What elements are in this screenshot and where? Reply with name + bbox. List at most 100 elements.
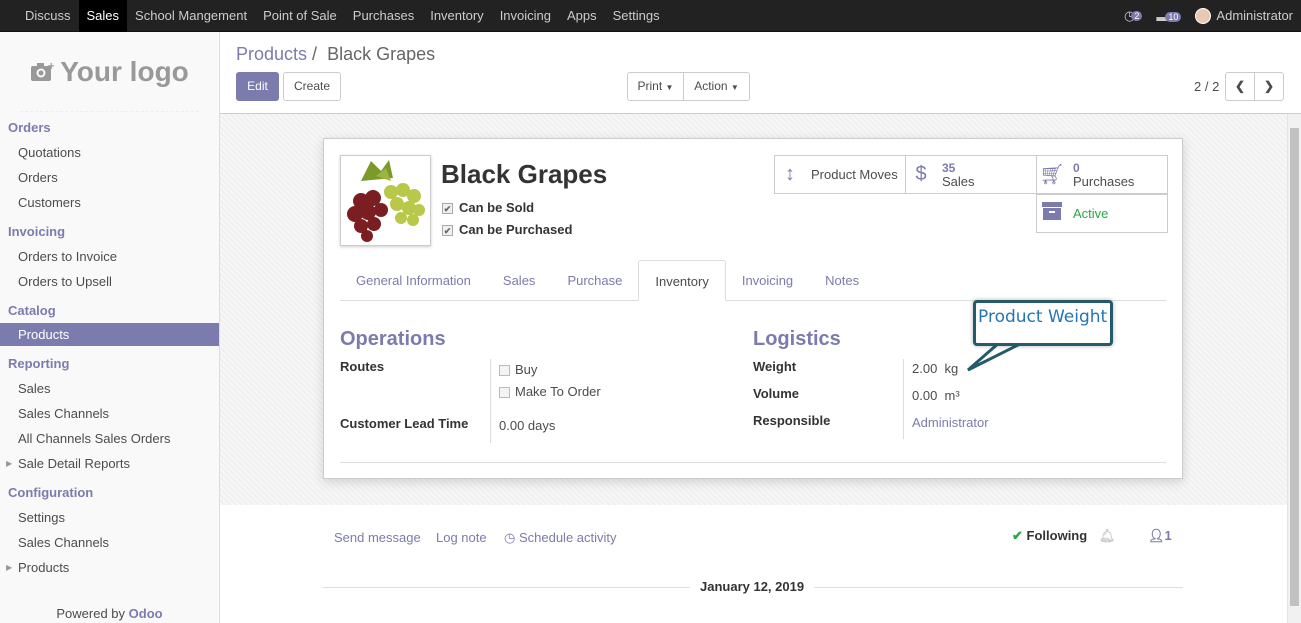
action-dropdown[interactable]: Action ▼	[683, 72, 750, 101]
followers-count: 1	[1164, 528, 1172, 543]
tab-inventory[interactable]: Inventory	[638, 260, 726, 301]
customer-lead-time-label: Customer Lead Time	[340, 416, 469, 431]
menu-apps[interactable]: Apps	[559, 0, 605, 32]
powered-by-prefix: Powered by	[56, 606, 129, 621]
volume-value: 0.00 m³	[912, 388, 960, 403]
caret-down-icon: ▼	[665, 83, 674, 92]
sidebar-item-sales-channels[interactable]: Sales Channels	[0, 401, 219, 426]
following-label: Following	[1026, 528, 1088, 543]
sidebar-item-sales[interactable]: Sales	[0, 376, 219, 401]
tab-purchase[interactable]: Purchase	[551, 260, 638, 301]
sidebar-item-settings[interactable]: Settings	[0, 505, 219, 530]
breadcrumb-separator: /	[307, 44, 323, 64]
product-moves-label: Product Moves	[811, 167, 898, 182]
checkmark-icon: ✔	[442, 203, 453, 215]
volume-label: Volume	[753, 386, 799, 401]
active-label: Active	[1073, 206, 1109, 221]
sidebar-item-config-sales-channels[interactable]: Sales Channels	[0, 530, 219, 555]
customer-lead-time-value: 0.00 days	[499, 418, 556, 433]
pager-previous-button[interactable]: ❮	[1225, 72, 1255, 101]
odoo-link[interactable]: Odoo	[129, 606, 163, 621]
activity-button[interactable]: ◷2	[1124, 8, 1143, 24]
menu-sales[interactable]: Sales	[78, 0, 128, 32]
clock-icon: ◷	[504, 530, 516, 545]
messaging-button[interactable]: ▬10	[1156, 9, 1182, 24]
archive-icon	[1037, 201, 1067, 227]
print-dropdown[interactable]: Print ▼	[627, 72, 684, 101]
menu-inventory[interactable]: Inventory	[422, 0, 491, 32]
sidebar-item-orders[interactable]: Orders	[0, 165, 219, 190]
followers-button[interactable]: 👤︎1	[1148, 528, 1172, 544]
sheet-divider	[340, 462, 1166, 463]
product-image[interactable]	[340, 155, 431, 246]
route-mto-checkbox[interactable]: Make To Order	[499, 384, 601, 399]
powered-by: Powered by Odoo	[0, 606, 219, 621]
menu-settings[interactable]: Settings	[605, 0, 668, 32]
company-logo[interactable]: + Your logo	[20, 32, 199, 112]
field-divider	[903, 359, 904, 439]
sidebar-item-products[interactable]: Products	[0, 323, 219, 346]
purchases-stat-button[interactable]: 🛒︎ 0 Purchases	[1036, 155, 1168, 194]
sidebar-item-label: Sale Detail Reports	[18, 456, 130, 471]
sidebar-item-orders-to-invoice[interactable]: Orders to Invoice	[0, 244, 219, 269]
scrollbar-thumb[interactable]	[1290, 128, 1299, 606]
user-menu[interactable]: Administrator	[1195, 8, 1293, 25]
shopping-cart-icon: 🛒︎	[1039, 164, 1065, 186]
can-be-purchased-label: Can be Purchased	[459, 222, 573, 237]
checkmark-icon: ✔	[442, 225, 453, 237]
responsible-label: Responsible	[753, 413, 831, 428]
edit-button[interactable]: Edit	[236, 72, 279, 101]
schedule-activity-button[interactable]: ◷ Schedule activity	[504, 530, 617, 546]
product-moves-button[interactable]: ↕ Product Moves	[774, 155, 906, 194]
scrollbar[interactable]	[1287, 114, 1301, 623]
caret-right-icon: ▶	[6, 459, 13, 468]
tab-general-information[interactable]: General Information	[340, 260, 487, 301]
create-button[interactable]: Create	[283, 72, 341, 101]
pager-value: 2 / 2	[1194, 79, 1220, 94]
print-label: Print	[637, 79, 663, 93]
menu-invoicing[interactable]: Invoicing	[492, 0, 559, 32]
menu-discuss[interactable]: Discuss	[17, 0, 79, 32]
tab-notes[interactable]: Notes	[809, 260, 875, 301]
route-buy-checkbox[interactable]: Buy	[499, 362, 537, 377]
route-buy-label: Buy	[515, 362, 538, 377]
action-label: Action	[694, 79, 728, 93]
sidebar-item-config-products[interactable]: ▶ Products	[0, 555, 219, 580]
routes-label: Routes	[340, 359, 385, 374]
sales-stat-button[interactable]: $ 35 Sales	[905, 155, 1037, 194]
bell-icon[interactable]: 🔔︎	[1099, 528, 1116, 543]
operations-title: Operations	[340, 328, 446, 350]
sidebar-item-all-channels-sales-orders[interactable]: All Channels Sales Orders	[0, 426, 219, 451]
chatter: Send message Log note ◷ Schedule activit…	[220, 505, 1287, 623]
can-be-purchased-checkbox[interactable]: ✔ Can be Purchased	[442, 222, 572, 237]
top-navbar: Discuss Sales School Mangement Point of …	[0, 0, 1301, 32]
active-toggle-button[interactable]: Active	[1036, 194, 1168, 233]
user-icon: 👤︎	[1148, 528, 1165, 543]
following-button[interactable]: ✔ Following 🔔︎	[1012, 528, 1115, 544]
sidebar-item-orders-to-upsell[interactable]: Orders to Upsell	[0, 269, 219, 294]
menu-purchases[interactable]: Purchases	[345, 0, 422, 32]
responsible-link[interactable]: Administrator	[912, 415, 989, 430]
can-be-sold-checkbox[interactable]: ✔ Can be Sold	[442, 200, 534, 215]
sidebar-item-quotations[interactable]: Quotations	[0, 140, 219, 165]
menu-point-of-sale[interactable]: Point of Sale	[255, 0, 345, 32]
grapes-icon	[347, 160, 425, 242]
breadcrumb-products-link[interactable]: Products	[236, 44, 307, 64]
menu-school-mangement[interactable]: School Mangement	[127, 0, 255, 32]
arrows-vertical-icon: ↕	[785, 163, 795, 185]
breadcrumb: Products / Black Grapes	[236, 44, 435, 65]
log-note-button[interactable]: Log note	[436, 530, 487, 545]
user-name: Administrator	[1216, 7, 1293, 23]
sidebar-item-label: Products	[18, 560, 70, 575]
sidebar-section-catalog: Catalog	[8, 303, 56, 318]
pager-next-button[interactable]: ❯	[1254, 72, 1284, 101]
tab-invoicing[interactable]: Invoicing	[726, 260, 809, 301]
route-mto-label: Make To Order	[515, 384, 601, 399]
sidebar-item-sale-detail-reports[interactable]: ▶ Sale Detail Reports	[0, 451, 219, 476]
tab-sales[interactable]: Sales	[487, 260, 552, 301]
activity-badge: 2	[1131, 11, 1143, 21]
weight-value: 2.00 kg	[912, 361, 959, 376]
sidebar-item-customers[interactable]: Customers	[0, 190, 219, 215]
sidebar-section-configuration: Configuration	[8, 485, 94, 500]
send-message-button[interactable]: Send message	[334, 530, 421, 545]
